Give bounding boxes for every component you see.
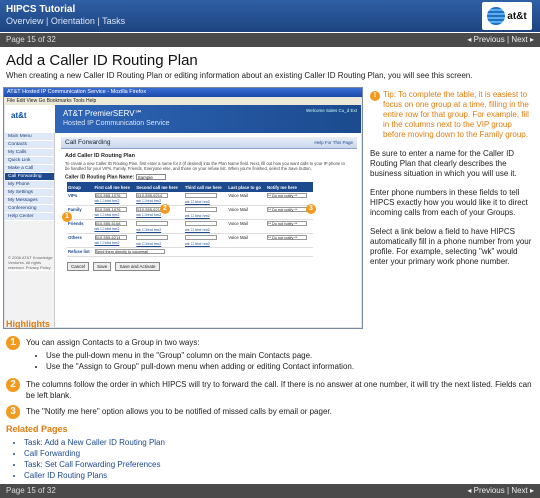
header-bar: HIPCS Tutorial Overview | Orientation | … [0,0,540,32]
related-link[interactable]: Caller ID Routing Plans [24,471,107,480]
sidebar-item-my-calls: My Calls [5,149,54,157]
tip-paragraph: Enter phone numbers in these fields to t… [370,188,528,217]
sidebar-item-main-menu: Main Menu [5,133,54,141]
service-banner: at&t AT&T PremierSERV℠ Hosted IP Communi… [5,105,361,133]
related-heading: Related Pages [6,424,68,434]
pager-nav: ◂ Previous | Next ▸ [467,486,534,495]
pager-nav: ◂ Previous | Next ▸ [467,35,534,44]
table-row: Friends 510-555-5108 wk ☐ bhd hm2 wk ☐ bh… [67,219,313,235]
callout-3: 3 [306,204,316,214]
previous-link[interactable]: ◂ Previous [467,35,504,44]
nav-overview[interactable]: Overview [6,16,44,26]
highlight-bullets: Use the pull-down menu in the "Group" co… [38,350,528,372]
table-row: Refuse list Send them directly to voicem… [67,247,313,258]
number-badge: 2 [6,378,20,392]
top-nav: Overview | Orientation | Tasks [6,16,126,26]
sidebar-item-help: Help Center [5,213,54,221]
embedded-sidebar: Main Menu Contacts My Calls Quick Link M… [5,133,55,327]
page-title: Add a Caller ID Routing Plan [6,52,198,69]
related-link[interactable]: Task: Set Call Forwarding Preferences [24,460,161,469]
sidebar-item-make-call: Make a Call [5,165,54,173]
page-indicator: Page 15 of 32 [6,35,56,44]
number-badge: 1 [6,336,20,350]
sidebar-item-messages: My Messages [5,197,54,205]
form-buttons: Cancel Save Save and Activate [67,261,357,272]
subheading: Add Caller ID Routing Plan [65,153,135,159]
menubar: File Edit View Go Bookmarks Tools Help [4,97,362,105]
related-links: Task: Add a New Caller ID Routing Plan C… [24,437,165,481]
sidebar-item-call-forwarding: Call Forwarding [5,173,54,181]
save-activate-button: Save and Activate [115,262,160,272]
tip-paragraph: Select a link below a field to have HIPC… [370,227,532,266]
plan-name-row: Caller ID Routing Plan Name: Sample [65,174,357,180]
related-link[interactable]: Call Forwarding [24,449,80,458]
window-title: AT&T Hosted IP Communication Service - M… [4,88,362,97]
table-row: Family 510-555-1076 wk ☐ bhd hm2 510-555-… [67,205,313,221]
callout-1: 1 [62,212,72,222]
number-badge: 3 [6,405,20,419]
table-row: Others 510-555-6214 wk ☐ bhd hm2 wk ☐ bhd… [67,233,313,249]
att-mini-logo: at&t [11,111,27,120]
copyright: © 2006 AT&T Knowledge Ventures. All righ… [8,255,54,271]
callout-2: 2 [160,204,170,214]
highlights-heading: Highlights [6,319,50,329]
att-logo: at&t [482,2,532,30]
sidebar-item-my-phone: My Phone [5,181,54,189]
sidebar-item-conferencing: Conferencing [5,205,54,213]
app-title: HIPCS Tutorial [6,4,76,15]
globe-icon [487,7,506,25]
tip-callout: ! Tip: To complete the table, it is easi… [370,90,534,140]
list-item: Use the pull-down menu in the "Group" co… [46,350,528,361]
embedded-content: Call Forwarding Help For This Page Add C… [61,137,357,325]
tip-panel: ! Tip: To complete the table, it is easi… [370,90,534,267]
tip-icon: ! [370,91,380,101]
nav-orientation[interactable]: Orientation [51,16,95,26]
related-link[interactable]: Task: Add a New Caller ID Routing Plan [24,438,165,447]
sidebar-item-contacts: Contacts [5,141,54,149]
nav-tasks[interactable]: Tasks [102,16,125,26]
instructions: To create a new Caller ID Routing Plan, … [65,161,345,171]
page-indicator: Page 15 of 32 [6,486,56,495]
table-row: VIPs 510-555-1076 wk ☐ bhd hm2 510-555-62… [67,192,313,207]
sidebar-item-quick-link: Quick Link [5,157,54,165]
list-item: Use the "Assign to Group" pull-down menu… [46,361,528,372]
save-button: Save [93,262,112,272]
tip-paragraph: Be sure to enter a name for the Caller I… [370,149,517,178]
pager-bottom: Page 15 of 32 ◂ Previous | Next ▸ [0,484,540,498]
intro-text: When creating a new Caller ID Routing Pl… [6,71,473,80]
cancel-button: Cancel [67,262,90,272]
previous-link[interactable]: ◂ Previous [467,486,504,495]
section-header: Call Forwarding Help For This Page [61,137,357,149]
help-link: Help For This Page [314,140,353,145]
next-link[interactable]: Next ▸ [511,486,534,495]
sidebar-item-settings: My Settings [5,189,54,197]
next-link[interactable]: Next ▸ [511,35,534,44]
plan-name-field: Sample [135,174,166,180]
pager-top: Page 15 of 32 ◂ Previous | Next ▸ [0,33,540,47]
embedded-screenshot: AT&T Hosted IP Communication Service - M… [3,87,363,329]
routing-table: Group First call me here Second call me … [67,182,313,258]
